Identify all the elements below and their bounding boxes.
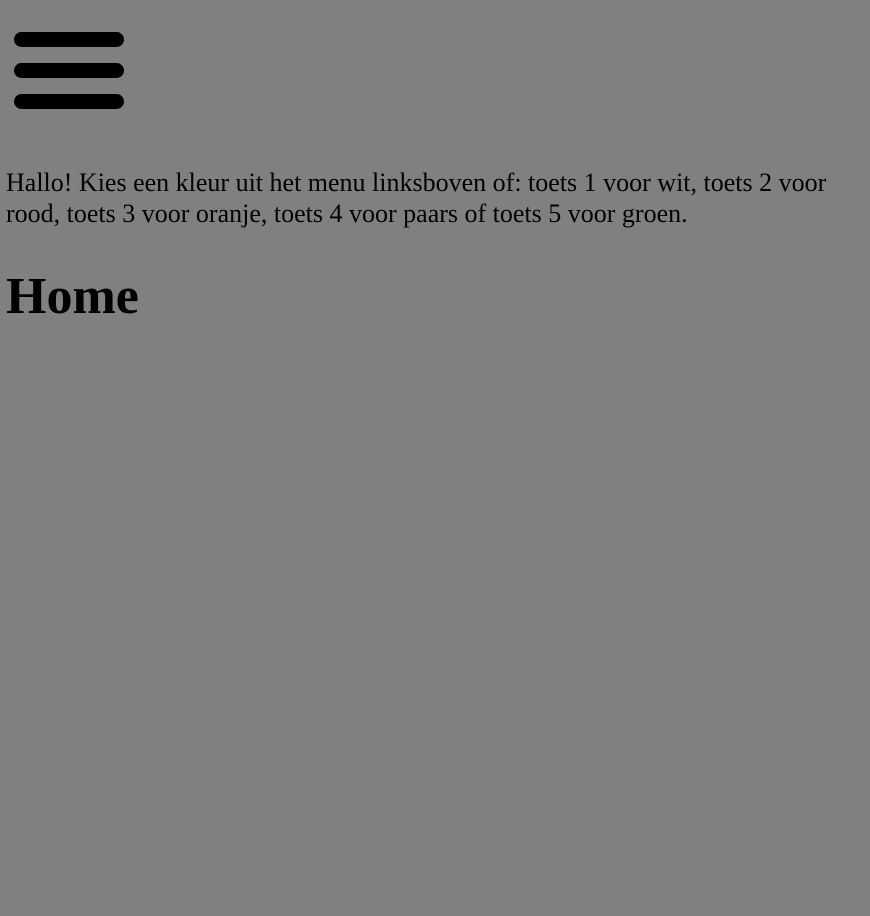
hamburger-menu-icon-bar-middle xyxy=(14,63,124,78)
hamburger-menu-icon-bar-bottom xyxy=(14,94,124,109)
hamburger-menu-button[interactable] xyxy=(14,32,124,112)
intro-text: Hallo! Kies een kleur uit het menu links… xyxy=(6,168,827,228)
hamburger-menu-icon-bar-top xyxy=(14,32,124,47)
page-title: Home xyxy=(6,268,139,325)
